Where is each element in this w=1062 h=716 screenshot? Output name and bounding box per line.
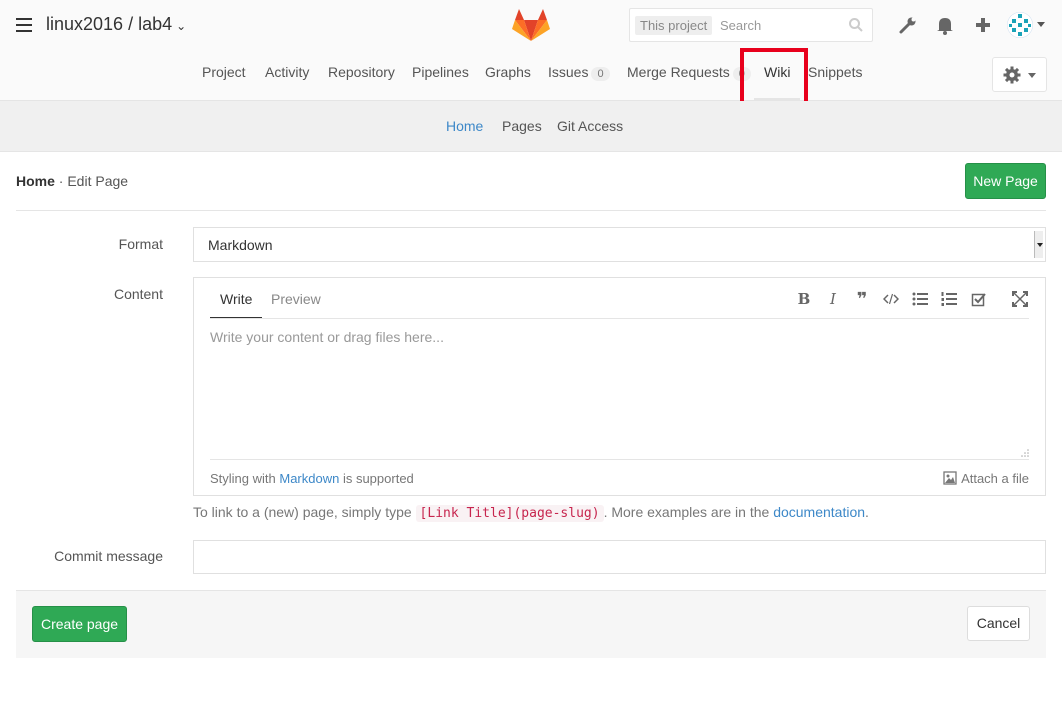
breadcrumb-action: · Edit Page <box>54 173 129 189</box>
search-placeholder[interactable]: Search <box>720 18 761 33</box>
chevron-down-icon[interactable] <box>1037 22 1045 27</box>
quote-icon[interactable]: ❞ <box>854 290 870 308</box>
nav-label[interactable]: Issues <box>548 64 588 80</box>
gitlab-logo[interactable] <box>512 8 550 42</box>
project-title[interactable]: linux2016 / lab4 ⌄ <box>46 14 186 35</box>
tab-divider <box>210 318 1029 319</box>
nav-graphs[interactable]: Graphs <box>485 64 531 100</box>
subnav-pages[interactable]: Pages <box>502 118 542 134</box>
nav-label[interactable]: Repository <box>328 64 395 80</box>
nav-repository[interactable]: Repository <box>328 64 395 100</box>
code-icon[interactable] <box>883 291 899 307</box>
task-list-icon[interactable] <box>971 291 987 307</box>
breadcrumb-page-title: Home <box>16 173 55 189</box>
format-select[interactable]: Markdown <box>193 227 1046 262</box>
format-label: Format <box>118 236 163 252</box>
nav-label[interactable]: Pipelines <box>412 64 469 80</box>
project-title-text[interactable]: linux2016 / lab4 <box>46 14 172 34</box>
markdown-editor: Write Preview B I ❞ Write your content o… <box>193 277 1046 496</box>
nav-activity[interactable]: Activity <box>265 64 309 100</box>
fullscreen-icon[interactable] <box>1012 291 1028 307</box>
image-file-icon <box>943 471 957 485</box>
hint-middle: . More examples are in the <box>603 504 774 520</box>
styling-suffix: is supported <box>339 471 414 486</box>
numbered-list-icon[interactable] <box>941 291 957 307</box>
attach-file-button[interactable]: Attach a file <box>943 471 1029 486</box>
gear-icon <box>1003 66 1021 84</box>
styling-prefix: Styling with <box>210 471 280 486</box>
nav-issues[interactable]: Issues 0 <box>548 64 610 100</box>
nav-project[interactable]: Project <box>202 64 246 100</box>
divider <box>16 210 1046 211</box>
project-settings-button[interactable] <box>992 57 1047 92</box>
content-label: Content <box>113 286 163 302</box>
nav-label[interactable]: Merge Requests <box>627 64 730 80</box>
menu-icon[interactable] <box>16 18 32 32</box>
nav-pipelines[interactable]: Pipelines <box>412 64 469 100</box>
tab-preview[interactable]: Preview <box>271 291 321 307</box>
notifications-bell-icon[interactable] <box>934 14 956 36</box>
bullet-list-icon[interactable] <box>912 291 928 307</box>
editor-footer-divider <box>210 459 1029 460</box>
search-icon <box>849 18 863 32</box>
breadcrumb: Home · Edit Page <box>16 173 128 189</box>
commit-message-input[interactable] <box>193 540 1046 574</box>
chevron-down-icon[interactable]: ⌄ <box>176 19 186 33</box>
top-header: linux2016 / lab4 ⌄ This project Search Pr… <box>0 0 1062 101</box>
nav-label[interactable]: Activity <box>265 64 309 80</box>
admin-wrench-icon[interactable] <box>897 14 919 36</box>
select-arrow-icon[interactable] <box>1034 231 1043 258</box>
resize-handle-icon[interactable] <box>1020 448 1029 457</box>
hint-code: [Link Title](page-slug) <box>415 505 604 522</box>
new-page-button[interactable]: New Page <box>965 163 1046 199</box>
search-scope-badge: This project <box>635 16 713 35</box>
new-plus-icon[interactable] <box>972 14 994 36</box>
attach-file-label[interactable]: Attach a file <box>961 471 1029 486</box>
format-select-value[interactable]: Markdown <box>208 237 273 253</box>
hint-suffix: . <box>865 504 869 520</box>
nav-merge-requests[interactable]: Merge Requests 0 <box>627 64 751 100</box>
user-avatar[interactable] <box>1007 12 1033 38</box>
subnav-git-access[interactable]: Git Access <box>557 118 623 134</box>
tab-write[interactable]: Write <box>209 291 263 319</box>
nav-label[interactable]: Project <box>202 64 246 80</box>
create-page-button[interactable]: Create page <box>32 606 127 642</box>
cancel-button[interactable]: Cancel <box>967 606 1030 641</box>
content-textarea[interactable]: Write your content or drag files here... <box>210 329 1030 457</box>
search-box[interactable]: This project Search <box>629 8 873 42</box>
nav-label[interactable]: Graphs <box>485 64 531 80</box>
subnav-home[interactable]: Home <box>446 118 483 134</box>
wiki-highlight-box <box>740 48 808 108</box>
nav-label[interactable]: Snippets <box>808 64 862 80</box>
markdown-help-link[interactable]: Markdown <box>279 471 339 486</box>
markdown-support-note: Styling with Markdown is supported <box>210 471 414 486</box>
hint-prefix: To link to a (new) page, simply type <box>193 504 416 520</box>
nav-snippets[interactable]: Snippets <box>808 64 862 100</box>
issues-count-badge: 0 <box>591 67 610 81</box>
wiki-subnav: Home Pages Git Access <box>0 101 1062 152</box>
bold-icon[interactable]: B <box>796 291 812 307</box>
form-actions-bar <box>16 590 1046 658</box>
documentation-link[interactable]: documentation <box>773 504 865 520</box>
link-syntax-hint: To link to a (new) page, simply type [Li… <box>193 504 869 522</box>
commit-message-label: Commit message <box>54 548 163 564</box>
chevron-down-icon <box>1028 73 1036 78</box>
italic-icon[interactable]: I <box>825 291 841 307</box>
